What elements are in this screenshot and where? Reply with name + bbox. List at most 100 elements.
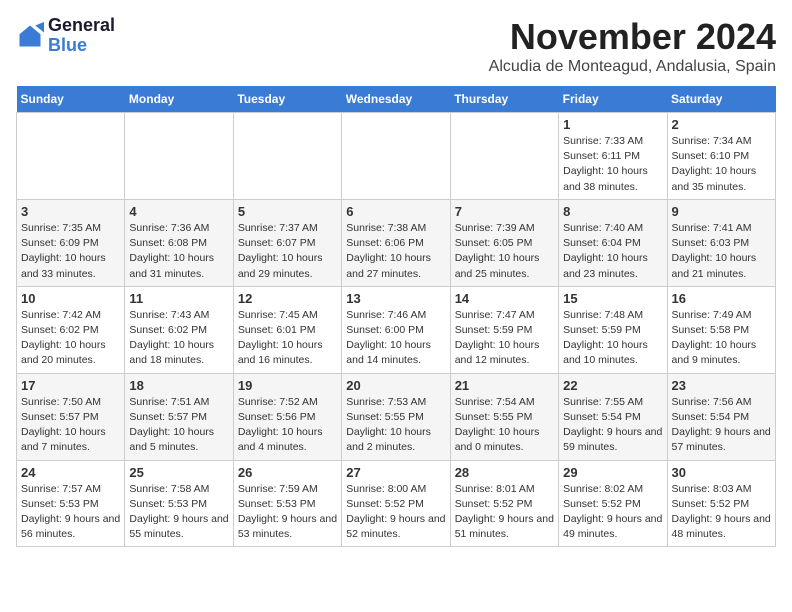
calendar-cell: 18Sunrise: 7:51 AMSunset: 5:57 PMDayligh… <box>125 373 233 460</box>
calendar-cell: 5 Sunrise: 7:37 AMSunset: 6:07 PMDaylight… <box>233 199 341 286</box>
week-row-3: 10 Sunrise: 7:42 AMSunset: 6:02 PMDayligh… <box>17 286 776 373</box>
calendar-cell: 6 Sunrise: 7:38 AMSunset: 6:06 PMDaylight… <box>342 199 450 286</box>
day-info: Sunrise: 7:42 AMSunset: 6:02 PMDaylight:… <box>21 308 120 369</box>
day-info: Sunrise: 7:56 AMSunset: 5:54 PMDaylight:… <box>672 395 771 456</box>
calendar-cell: 29 Sunrise: 8:02 AMSunset: 5:52 PMDayligh… <box>559 460 667 547</box>
day-number: 14 <box>455 291 554 306</box>
calendar-cell <box>233 113 341 200</box>
week-row-2: 3 Sunrise: 7:35 AMSunset: 6:09 PMDaylight… <box>17 199 776 286</box>
day-info: Sunrise: 7:55 AMSunset: 5:54 PMDaylight:… <box>563 395 662 456</box>
day-info: Sunrise: 7:40 AMSunset: 6:04 PMDaylight:… <box>563 221 662 282</box>
day-number: 2 <box>672 117 771 132</box>
week-row-4: 17 Sunrise: 7:50 AMSunset: 5:57 PMDayligh… <box>17 373 776 460</box>
calendar-cell: 27 Sunrise: 8:00 AMSunset: 5:52 PMDayligh… <box>342 460 450 547</box>
day-number: 8 <box>563 204 662 219</box>
day-info: Sunrise: 7:43 AMSunset: 6:02 PMDaylight:… <box>129 308 228 369</box>
calendar-cell: 25 Sunrise: 7:58 AMSunset: 5:53 PMDayligh… <box>125 460 233 547</box>
day-number: 4 <box>129 204 228 219</box>
day-number: 21 <box>455 378 554 393</box>
day-number: 26 <box>238 465 337 480</box>
logo: General Blue <box>16 16 115 56</box>
calendar-cell: 20Sunrise: 7:53 AMSunset: 5:55 PMDayligh… <box>342 373 450 460</box>
weekday-header-wednesday: Wednesday <box>342 86 450 113</box>
calendar-cell: 24Sunrise: 7:57 AMSunset: 5:53 PMDayligh… <box>17 460 125 547</box>
day-number: 10 <box>21 291 120 306</box>
title-block: November 2024 Alcudia de Monteagud, Anda… <box>489 16 776 76</box>
calendar-cell: 26 Sunrise: 7:59 AMSunset: 5:53 PMDayligh… <box>233 460 341 547</box>
day-info: Sunrise: 7:50 AMSunset: 5:57 PMDaylight:… <box>21 395 120 456</box>
day-number: 12 <box>238 291 337 306</box>
calendar-cell: 1Sunrise: 7:33 AMSunset: 6:11 PMDaylight… <box>559 113 667 200</box>
day-number: 19 <box>238 378 337 393</box>
calendar-cell: 15 Sunrise: 7:48 AMSunset: 5:59 PMDayligh… <box>559 286 667 373</box>
calendar-cell: 19 Sunrise: 7:52 AMSunset: 5:56 PMDayligh… <box>233 373 341 460</box>
day-info: Sunrise: 7:38 AMSunset: 6:06 PMDaylight:… <box>346 221 445 282</box>
day-number: 22 <box>563 378 662 393</box>
calendar-cell: 28 Sunrise: 8:01 AMSunset: 5:52 PMDayligh… <box>450 460 558 547</box>
day-info: Sunrise: 7:45 AMSunset: 6:01 PMDaylight:… <box>238 308 337 369</box>
day-info: Sunrise: 7:35 AMSunset: 6:09 PMDaylight:… <box>21 221 120 282</box>
calendar-cell: 13 Sunrise: 7:46 AMSunset: 6:00 PMDayligh… <box>342 286 450 373</box>
day-number: 28 <box>455 465 554 480</box>
day-info: Sunrise: 8:01 AMSunset: 5:52 PMDaylight:… <box>455 482 554 543</box>
day-info: Sunrise: 7:34 AMSunset: 6:10 PMDaylight:… <box>672 134 771 195</box>
calendar-cell: 8 Sunrise: 7:40 AMSunset: 6:04 PMDaylight… <box>559 199 667 286</box>
day-info: Sunrise: 7:52 AMSunset: 5:56 PMDaylight:… <box>238 395 337 456</box>
day-info: Sunrise: 7:37 AMSunset: 6:07 PMDaylight:… <box>238 221 337 282</box>
weekday-header-monday: Monday <box>125 86 233 113</box>
day-number: 23 <box>672 378 771 393</box>
week-row-5: 24Sunrise: 7:57 AMSunset: 5:53 PMDayligh… <box>17 460 776 547</box>
calendar-cell: 22 Sunrise: 7:55 AMSunset: 5:54 PMDayligh… <box>559 373 667 460</box>
calendar-table: SundayMondayTuesdayWednesdayThursdayFrid… <box>16 86 776 547</box>
calendar-cell <box>17 113 125 200</box>
day-info: Sunrise: 8:03 AMSunset: 5:52 PMDaylight:… <box>672 482 771 543</box>
day-number: 17 <box>21 378 120 393</box>
weekday-header-friday: Friday <box>559 86 667 113</box>
day-info: Sunrise: 7:58 AMSunset: 5:53 PMDaylight:… <box>129 482 228 543</box>
calendar-cell: 7 Sunrise: 7:39 AMSunset: 6:05 PMDaylight… <box>450 199 558 286</box>
day-number: 6 <box>346 204 445 219</box>
day-info: Sunrise: 7:33 AMSunset: 6:11 PMDaylight:… <box>563 134 662 195</box>
day-info: Sunrise: 7:39 AMSunset: 6:05 PMDaylight:… <box>455 221 554 282</box>
weekday-header-sunday: Sunday <box>17 86 125 113</box>
day-number: 25 <box>129 465 228 480</box>
calendar-cell: 30 Sunrise: 8:03 AMSunset: 5:52 PMDayligh… <box>667 460 775 547</box>
location-subtitle: Alcudia de Monteagud, Andalusia, Spain <box>489 58 776 76</box>
logo-icon <box>16 22 44 50</box>
week-row-1: 1Sunrise: 7:33 AMSunset: 6:11 PMDaylight… <box>17 113 776 200</box>
day-number: 3 <box>21 204 120 219</box>
weekday-header-thursday: Thursday <box>450 86 558 113</box>
calendar-cell: 14Sunrise: 7:47 AMSunset: 5:59 PMDayligh… <box>450 286 558 373</box>
calendar-cell: 23 Sunrise: 7:56 AMSunset: 5:54 PMDayligh… <box>667 373 775 460</box>
calendar-cell: 9Sunrise: 7:41 AMSunset: 6:03 PMDaylight… <box>667 199 775 286</box>
day-number: 30 <box>672 465 771 480</box>
day-number: 29 <box>563 465 662 480</box>
day-number: 11 <box>129 291 228 306</box>
day-info: Sunrise: 7:36 AMSunset: 6:08 PMDaylight:… <box>129 221 228 282</box>
day-info: Sunrise: 8:02 AMSunset: 5:52 PMDaylight:… <box>563 482 662 543</box>
day-number: 9 <box>672 204 771 219</box>
calendar-cell: 16Sunrise: 7:49 AMSunset: 5:58 PMDayligh… <box>667 286 775 373</box>
logo-line2: Blue <box>48 36 115 56</box>
day-number: 15 <box>563 291 662 306</box>
day-number: 27 <box>346 465 445 480</box>
calendar-cell <box>450 113 558 200</box>
day-number: 7 <box>455 204 554 219</box>
day-number: 13 <box>346 291 445 306</box>
weekday-header-saturday: Saturday <box>667 86 775 113</box>
page-header: General Blue November 2024 Alcudia de Mo… <box>16 16 776 76</box>
day-info: Sunrise: 7:46 AMSunset: 6:00 PMDaylight:… <box>346 308 445 369</box>
logo-line1: General <box>48 16 115 36</box>
weekday-header-tuesday: Tuesday <box>233 86 341 113</box>
day-info: Sunrise: 7:49 AMSunset: 5:58 PMDaylight:… <box>672 308 771 369</box>
day-number: 5 <box>238 204 337 219</box>
calendar-cell: 17 Sunrise: 7:50 AMSunset: 5:57 PMDayligh… <box>17 373 125 460</box>
day-info: Sunrise: 8:00 AMSunset: 5:52 PMDaylight:… <box>346 482 445 543</box>
day-info: Sunrise: 7:59 AMSunset: 5:53 PMDaylight:… <box>238 482 337 543</box>
day-number: 20 <box>346 378 445 393</box>
calendar-cell <box>342 113 450 200</box>
calendar-cell: 4 Sunrise: 7:36 AMSunset: 6:08 PMDaylight… <box>125 199 233 286</box>
day-info: Sunrise: 7:48 AMSunset: 5:59 PMDaylight:… <box>563 308 662 369</box>
day-number: 24 <box>21 465 120 480</box>
calendar-cell: 11 Sunrise: 7:43 AMSunset: 6:02 PMDayligh… <box>125 286 233 373</box>
